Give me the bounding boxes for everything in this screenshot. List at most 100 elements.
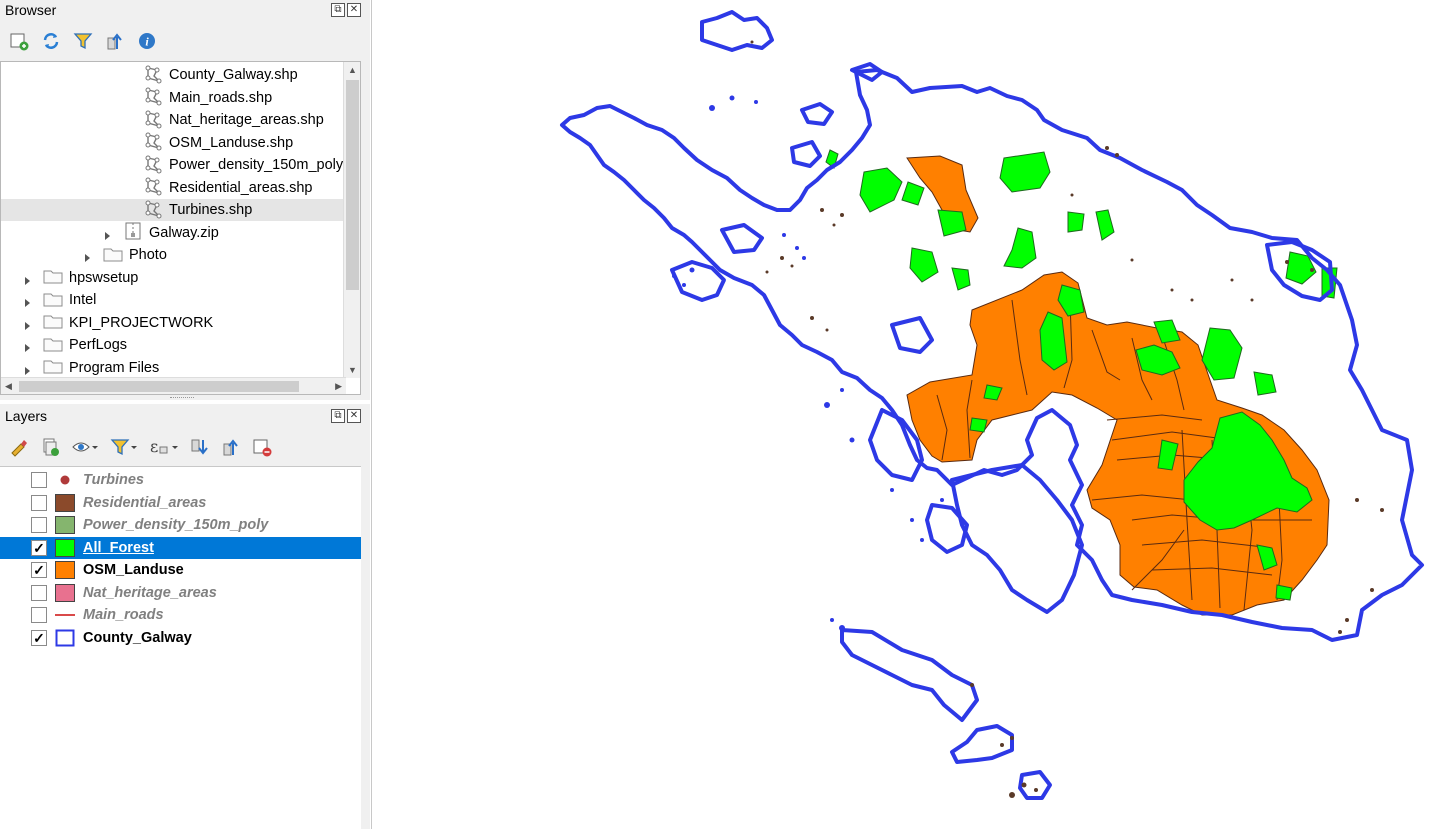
folder-icon [43, 290, 63, 311]
browser-item[interactable]: Galway.zip [1, 222, 345, 244]
fill-symbol-icon [55, 583, 75, 602]
browser-item[interactable]: OSM_Landuse.shp [1, 132, 345, 154]
layer-visibility-checkbox[interactable]: ✓ [31, 562, 47, 578]
expand-arrow-icon[interactable] [83, 250, 93, 262]
layer-name[interactable]: Nat_heritage_areas [83, 585, 217, 601]
layers-panel-title: Layers [5, 408, 48, 424]
float-icon[interactable]: ⧉ [331, 409, 345, 423]
remove-layer-icon[interactable] [251, 436, 273, 458]
browser-item[interactable]: County_Galway.shp [1, 64, 345, 86]
layer-visibility-checkbox[interactable] [31, 607, 47, 623]
style-brush-icon[interactable] [8, 436, 30, 458]
browser-item-label: OSM_Landuse.shp [169, 134, 294, 151]
info-icon[interactable]: i [136, 30, 158, 52]
browser-item[interactable]: Residential_areas.shp [1, 177, 345, 199]
fill-symbol-icon [55, 493, 75, 512]
browser-item[interactable]: Program Files [1, 357, 345, 379]
layer-row[interactable]: Main_roads [0, 604, 361, 626]
layer-name[interactable]: County_Galway [83, 630, 192, 646]
scroll-up-icon[interactable]: ▲ [348, 65, 357, 75]
layer-name[interactable]: Turbines [83, 472, 144, 488]
layer-visibility-checkbox[interactable]: ✓ [31, 539, 47, 556]
spacer[interactable] [123, 70, 133, 80]
filter-icon[interactable] [72, 30, 94, 52]
float-icon[interactable]: ⧉ [331, 3, 345, 17]
browser-item[interactable]: Main_roads.shp [1, 87, 345, 109]
browser-item[interactable]: PerfLogs [1, 334, 345, 356]
browser-item[interactable]: Power_density_150m_poly [1, 154, 345, 176]
layer-row[interactable]: Turbines [0, 469, 361, 491]
add-layer-icon[interactable] [8, 30, 30, 52]
browser-item[interactable]: Nat_heritage_areas.shp [1, 109, 345, 131]
filter-icon[interactable] [109, 436, 139, 458]
expand-arrow-icon[interactable] [23, 363, 33, 375]
spacer[interactable] [123, 93, 133, 103]
close-icon[interactable]: ✕ [347, 3, 361, 17]
browser-dock-controls: ⧉ ✕ [331, 3, 361, 17]
layer-visibility-checkbox[interactable] [31, 472, 47, 488]
layer-name[interactable]: Residential_areas [83, 495, 206, 511]
spacer[interactable] [123, 160, 133, 170]
scroll-down-icon[interactable]: ▼ [348, 365, 357, 375]
layer-name[interactable]: Main_roads [83, 607, 164, 623]
refresh-icon[interactable] [40, 30, 62, 52]
expand-arrow-icon[interactable] [23, 318, 33, 330]
eye-icon[interactable] [70, 436, 100, 458]
expand-arrow-icon[interactable] [23, 340, 33, 352]
vector-layer-icon [143, 131, 163, 154]
layer-row[interactable]: ✓ County_Galway [0, 627, 361, 649]
scroll-right-icon[interactable]: ▶ [335, 381, 342, 392]
browser-item-label: Photo [129, 247, 167, 263]
add-group-icon[interactable] [39, 436, 61, 458]
spacer[interactable] [123, 138, 133, 148]
layer-name[interactable]: All_Forest [83, 540, 154, 556]
layer-visibility-checkbox[interactable] [31, 584, 47, 601]
map-canvas[interactable] [371, 0, 1441, 829]
browser-horizontal-scrollbar[interactable]: ◀ ▶ [1, 377, 346, 394]
spacer[interactable] [123, 205, 133, 215]
coastal-island-outlines [672, 95, 944, 631]
expand-arrow-icon[interactable] [103, 228, 113, 240]
expand-all-icon[interactable] [189, 436, 211, 458]
browser-item[interactable]: Photo [1, 244, 345, 266]
zip-archive-icon [123, 221, 143, 244]
layer-visibility-checkbox[interactable] [31, 494, 47, 511]
scroll-left-icon[interactable]: ◀ [5, 381, 12, 392]
expression-filter-icon[interactable]: ε [148, 436, 180, 458]
layer-row[interactable]: ✓ OSM_Landuse [0, 559, 361, 581]
layer-row[interactable]: Power_density_150m_poly [0, 514, 361, 536]
map-drawing [560, 10, 1424, 800]
layer-visibility-checkbox[interactable]: ✓ [31, 629, 47, 646]
browser-item-label: Residential_areas.shp [169, 179, 313, 196]
layer-name[interactable]: Power_density_150m_poly [83, 517, 268, 533]
browser-item[interactable]: Intel [1, 289, 345, 311]
spacer[interactable] [123, 183, 133, 193]
expand-arrow-icon[interactable] [23, 273, 33, 285]
expand-arrow-icon[interactable] [23, 295, 33, 307]
browser-vertical-scrollbar[interactable]: ▲ ▼ [343, 62, 360, 378]
browser-item-label: County_Galway.shp [169, 67, 298, 83]
vector-layer-icon [143, 154, 163, 177]
browser-tree[interactable]: County_Galway.shp Main_roads.shp Nat_herit… [0, 61, 361, 395]
fill-symbol-icon [55, 538, 75, 557]
collapse-all-icon[interactable] [104, 30, 126, 52]
layers-panel: Layers ⧉ ✕ ε Turbines Residential_areas … [0, 404, 370, 829]
browser-item-label: hpswsetup [69, 269, 139, 286]
browser-item[interactable]: Turbines.shp [1, 199, 345, 221]
browser-item[interactable]: KPI_PROJECTWORK [1, 312, 345, 334]
close-icon[interactable]: ✕ [347, 409, 361, 423]
panel-splitter[interactable] [170, 397, 194, 400]
layers-tree[interactable]: Turbines Residential_areas Power_density_1… [0, 466, 361, 829]
layer-row[interactable]: Nat_heritage_areas [0, 582, 361, 604]
layer-visibility-checkbox[interactable] [31, 517, 47, 533]
layer-row[interactable]: Residential_areas [0, 492, 361, 514]
fill-symbol-icon [55, 561, 75, 579]
layer-row[interactable]: ✓ All_Forest [0, 536, 361, 559]
scrollbar-thumb[interactable] [346, 80, 359, 290]
browser-item[interactable]: hpswsetup [1, 267, 345, 289]
layer-name[interactable]: OSM_Landuse [83, 562, 184, 578]
collapse-all-icon[interactable] [220, 436, 242, 458]
spacer[interactable] [123, 115, 133, 125]
scrollbar-thumb[interactable] [19, 381, 299, 392]
folder-icon [43, 312, 63, 333]
